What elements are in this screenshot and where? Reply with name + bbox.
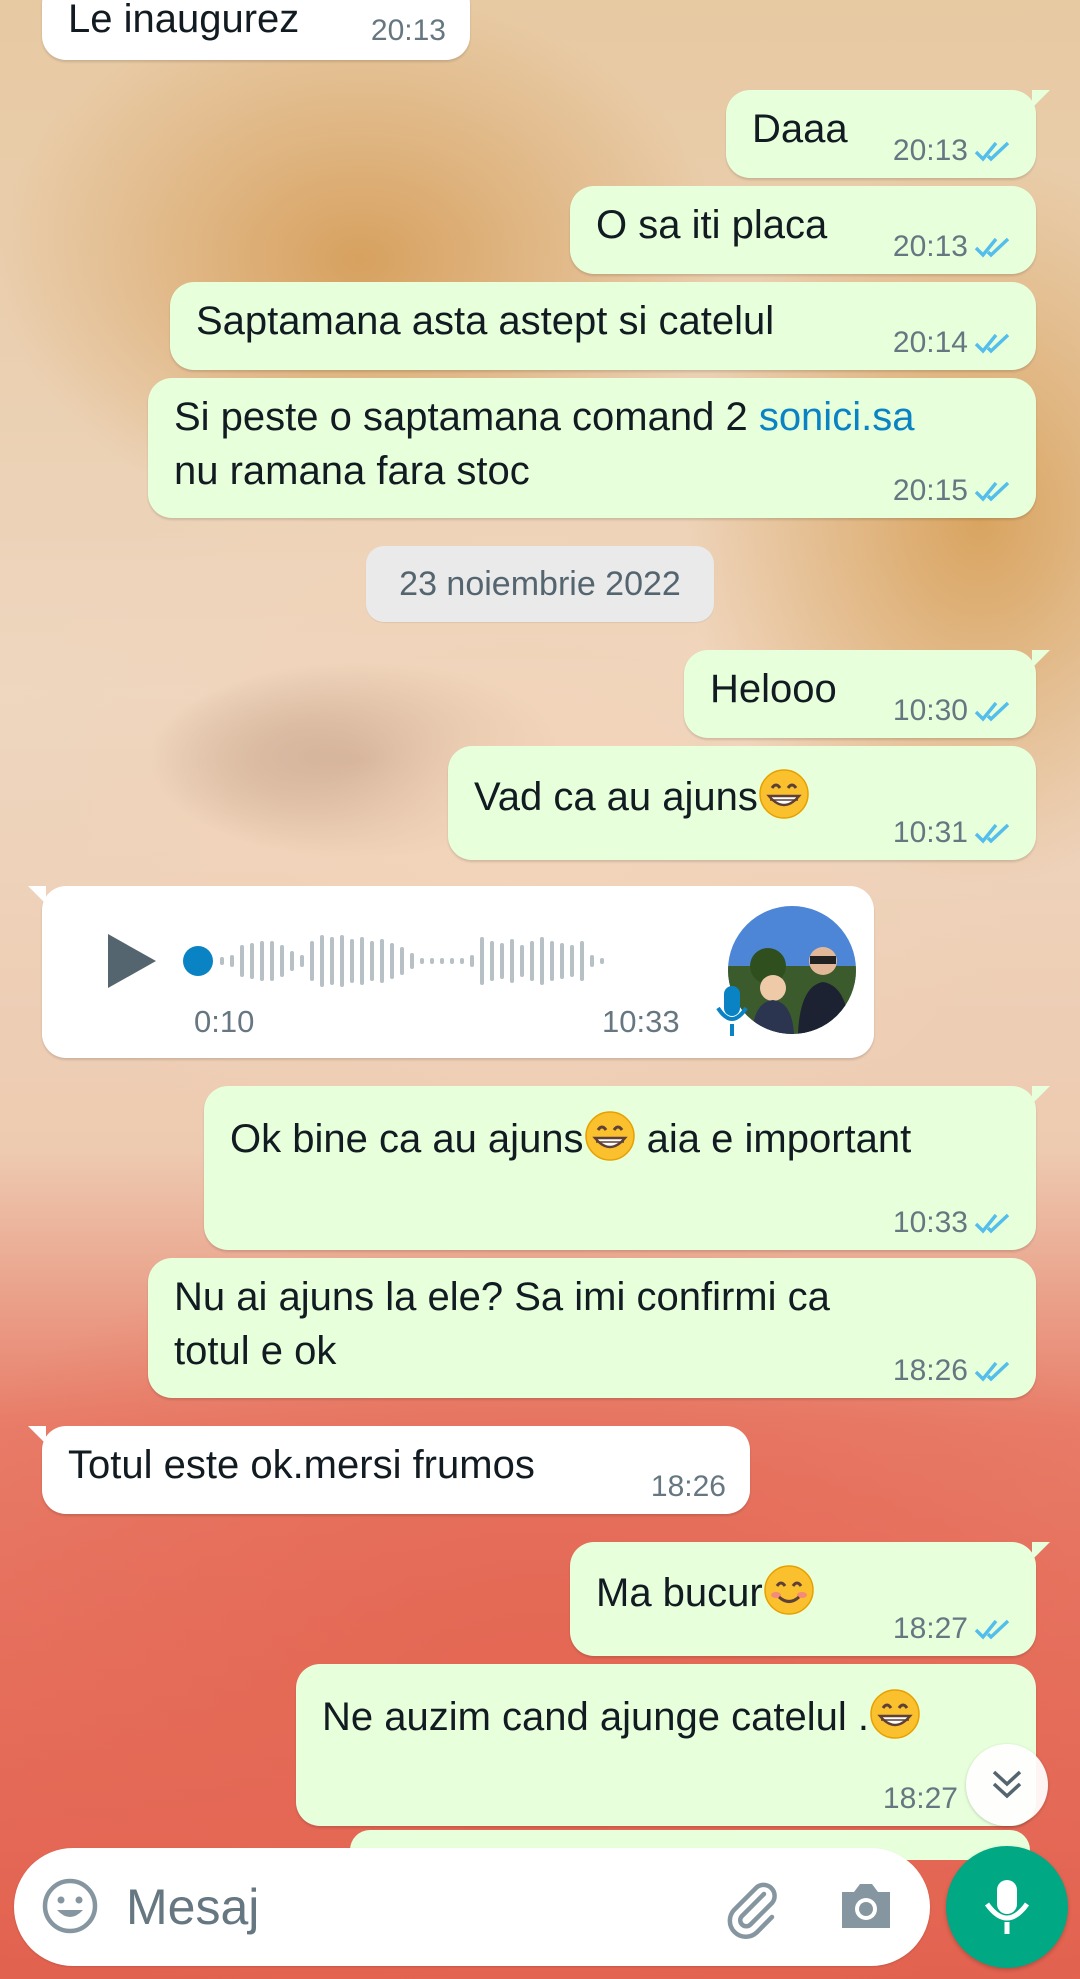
message-incoming[interactable]: Totul este ok.mersi frumos 18:26 [28,1426,750,1514]
grin-emoji [584,1111,635,1161]
play-icon[interactable] [102,926,162,996]
message-outgoing[interactable]: Si peste o saptamana comand 2 sonici.sa … [148,378,1036,518]
message-text-line2: nu ramana fara stoc [174,449,530,493]
message-outgoing[interactable]: O sa iti placa 20:13 [570,186,1036,274]
double-check-icon [974,141,1010,162]
mic-icon [984,1880,1030,1934]
message-text: Si peste o saptamana comand 2 sonici.sa [174,395,915,439]
message-text: Daaa [752,107,848,151]
double-check-icon [974,1213,1010,1234]
double-check-icon [974,701,1010,722]
chevron-double-down-icon [992,1770,1022,1799]
message-time: 20:13 [370,14,446,47]
attach-icon[interactable] [720,1876,784,1940]
voice-message[interactable]: 0:10 10:33 [28,886,874,1058]
double-check-icon [974,1361,1010,1382]
grin-emoji [870,1689,920,1739]
message-outgoing[interactable]: Ne auzim cand ajunge catelul . 18:27 [296,1664,1036,1826]
message-link[interactable]: sonici.sa [759,395,915,439]
double-check-icon [974,481,1010,502]
grin-emoji [759,769,809,819]
message-text: Ne auzim cand ajunge catelul . [322,1688,921,1744]
message-text: Ok bine ca au ajuns aia e important [230,1110,911,1166]
message-outgoing[interactable]: Nu ai ajuns la ele? Sa imi confirmi ca t… [148,1258,1036,1398]
message-outgoing[interactable]: Helooo 10:30 [684,650,1050,738]
message-meta: 10:30 [893,694,1014,728]
audio-waveform[interactable] [182,931,722,991]
message-meta: 18:27 [882,1782,958,1815]
message-outgoing[interactable]: Saptamana asta astept si catelul 20:14 [170,282,1036,370]
message-text: Vad ca au ajuns [474,768,810,824]
message-meta: 18:26 [893,1354,1014,1388]
scroll-to-bottom-button[interactable] [966,1744,1048,1826]
emoji-icon[interactable] [40,1876,100,1936]
message-text: Saptamana asta astept si catelul [196,299,775,343]
message-meta: 20:14 [893,326,1014,360]
double-check-icon [974,237,1010,258]
message-outgoing[interactable]: Daaa 20:13 [726,90,1050,178]
double-check-icon [974,823,1010,844]
message-meta: 20:13 [893,230,1014,264]
voice-record-button[interactable] [946,1846,1068,1968]
message-meta: 10:33 [893,1206,1014,1240]
message-outgoing[interactable]: Vad ca au ajuns 10:31 [448,746,1036,860]
message-outgoing[interactable]: Ok bine ca au ajuns aia e important 10:3… [204,1086,1050,1250]
message-text-line2: totul e ok [174,1329,337,1373]
date-separator: 23 noiembrie 2022 [366,546,714,622]
message-meta: 20:15 [893,474,1014,508]
message-text: Nu ai ajuns la ele? Sa imi confirmi ca [174,1275,830,1319]
smile-emoji [764,1565,814,1615]
message-composer[interactable]: Mesaj [14,1848,930,1966]
message-time: 10:33 [602,1004,680,1039]
message-meta: 10:31 [893,816,1014,850]
message-time: 18:26 [650,1470,726,1503]
message-incoming[interactable]: Le inaugurez 20:13 [42,0,470,60]
message-text: Le inaugurez [68,0,300,41]
message-meta: 20:13 [893,134,1014,168]
message-text: Totul este ok.mersi frumos [68,1443,535,1487]
mic-icon [716,986,748,1036]
message-input[interactable]: Mesaj [126,1878,259,1936]
message-text: Ma bucur [596,1564,815,1620]
message-meta: 18:27 [893,1612,1014,1646]
double-check-icon [974,1619,1010,1640]
message-text: Helooo [710,667,837,711]
message-text: O sa iti placa [596,203,828,247]
double-check-icon [974,333,1010,354]
voice-duration: 0:10 [194,1004,255,1039]
camera-icon[interactable] [836,1878,896,1934]
message-outgoing[interactable]: Ma bucur 18:27 [570,1542,1050,1656]
